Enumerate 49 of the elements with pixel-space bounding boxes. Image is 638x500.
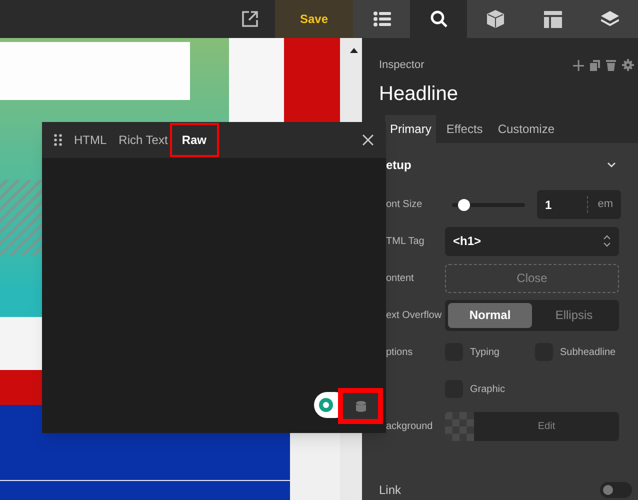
save-button[interactable]: Save xyxy=(275,0,353,38)
scroll-up-icon xyxy=(350,48,358,53)
segment-option[interactable]: Normal xyxy=(448,302,532,328)
layers-icon xyxy=(600,11,618,27)
panel-tab[interactable] xyxy=(467,0,524,38)
section-title: etup xyxy=(386,156,412,174)
checkbox-label: Graphic xyxy=(470,382,506,396)
panel-tab[interactable] xyxy=(353,0,410,38)
inspector-tab[interactable]: Effects xyxy=(441,114,488,142)
panel-title: Inspector xyxy=(379,58,426,73)
layout-icon xyxy=(544,10,562,28)
transparency-swatch-icon xyxy=(445,412,474,440)
trash-icon xyxy=(606,60,616,71)
section-title: Link xyxy=(379,482,402,498)
size-field[interactable]: 1 em xyxy=(537,190,621,219)
settings-icon xyxy=(622,59,634,72)
size-value: 1 xyxy=(545,196,553,214)
copy-icon xyxy=(590,60,600,71)
editor-tab[interactable]: HTML xyxy=(74,131,107,149)
external-link-icon xyxy=(242,11,258,27)
slider-thumb[interactable] xyxy=(458,198,470,210)
inspector-tab[interactable]: Primary xyxy=(385,114,436,142)
drag-handle-icon xyxy=(54,134,62,146)
field-label: ackground xyxy=(386,420,434,434)
cube-icon xyxy=(487,10,504,28)
pin-icon xyxy=(573,60,584,71)
field-label: ont Size xyxy=(386,198,424,212)
list-icon xyxy=(372,11,390,27)
inspector-tab[interactable]: Customize xyxy=(492,114,560,142)
sort-icon xyxy=(603,235,611,247)
field-label: ext Overflow xyxy=(386,308,443,322)
database-button[interactable] xyxy=(338,388,383,424)
field-label: TML Tag xyxy=(386,234,426,248)
panel-tab[interactable] xyxy=(581,0,638,38)
link-toggle[interactable] xyxy=(600,482,632,498)
database-icon xyxy=(356,400,366,412)
editor-tab[interactable]: Raw xyxy=(170,123,218,157)
editor-tab[interactable]: Rich Text xyxy=(118,131,168,149)
field-label: ontent xyxy=(386,272,415,286)
search-icon xyxy=(430,10,448,28)
edit-button[interactable]: Edit xyxy=(474,412,619,440)
checkbox-label: Subheadline xyxy=(560,346,616,360)
checkbox-label: Typing xyxy=(470,346,500,360)
close-icon xyxy=(362,134,374,146)
tag-select[interactable]: <h1> xyxy=(445,226,619,256)
element-heading: Headline xyxy=(378,82,459,106)
field-label: ptions xyxy=(386,346,414,360)
unit-label: em xyxy=(586,196,613,213)
segment-option[interactable]: Ellipsis xyxy=(532,302,616,328)
